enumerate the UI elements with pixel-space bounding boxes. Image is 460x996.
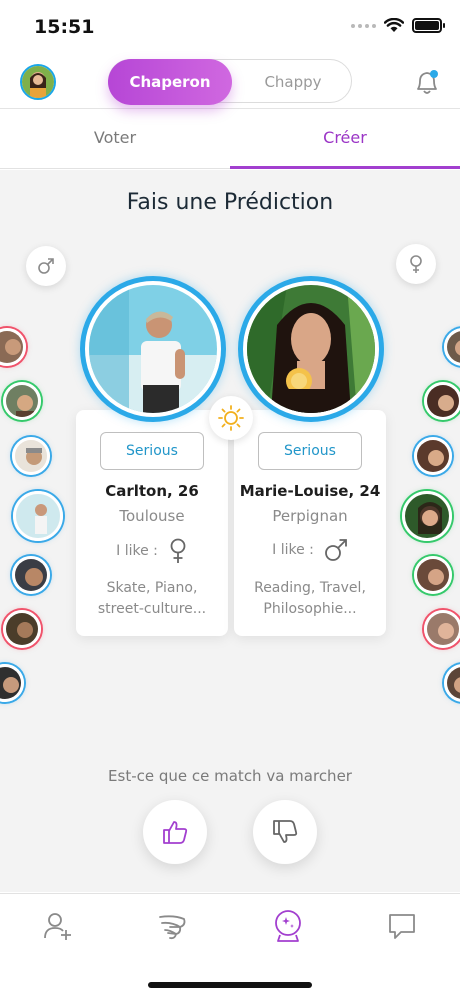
profile-card-right[interactable]: Serious Marie-Louise, 24 Perpignan I lik… — [234, 410, 386, 636]
male-symbol-icon — [324, 539, 347, 561]
left-candidate-avatar[interactable] — [3, 382, 41, 420]
likes-label: I like : — [116, 543, 158, 559]
tab-creer[interactable]: Créer — [230, 109, 460, 169]
thumbs-up-icon — [163, 821, 188, 844]
crystal-ball-icon — [275, 910, 301, 942]
selected-left-candidate-avatar[interactable] — [13, 491, 63, 541]
profile-city: Perpignan — [272, 507, 348, 525]
sun-icon — [218, 405, 244, 431]
likes-label: I like : — [272, 542, 314, 558]
bottom-navigation — [0, 893, 460, 996]
add-user-icon — [44, 913, 71, 940]
left-candidate-avatar[interactable] — [12, 437, 50, 475]
profile-photo-right[interactable] — [238, 276, 384, 422]
female-symbol-icon — [410, 255, 422, 273]
right-candidate-avatar[interactable] — [414, 556, 452, 594]
thumbs-up-button[interactable] — [143, 800, 207, 864]
selected-right-candidate-avatar[interactable] — [402, 491, 452, 541]
profile-interests: Skate, Piano, street-culture... — [97, 580, 207, 617]
right-candidate-avatar[interactable] — [414, 437, 452, 475]
tab-voter[interactable]: Voter — [0, 109, 230, 169]
nav-prediction[interactable] — [268, 906, 308, 946]
male-filter-button[interactable] — [26, 246, 66, 286]
tab-bar: Voter Créer — [0, 109, 460, 169]
status-icons — [351, 18, 445, 33]
profile-card-left[interactable]: Serious Carlton, 26 Toulouse I like : Sk… — [76, 410, 228, 636]
battery-icon — [412, 18, 445, 33]
user-avatar[interactable] — [20, 64, 56, 100]
sun-button[interactable] — [209, 396, 253, 440]
app-header: Chaperon Chappy — [0, 54, 460, 109]
right-candidate-avatar[interactable] — [444, 328, 460, 366]
profile-name: Marie-Louise, 24 — [239, 482, 381, 500]
nav-messages-wing[interactable] — [153, 906, 193, 946]
thumbs-down-button[interactable] — [253, 800, 317, 864]
profile-name: Carlton, 26 — [105, 482, 199, 500]
profile-interests: Reading, Travel, Philosophie... — [254, 580, 366, 617]
mode-toggle[interactable]: Chaperon Chappy — [108, 59, 353, 105]
right-candidate-avatar[interactable] — [424, 610, 460, 648]
signal-icon — [351, 23, 376, 28]
chat-bubble-icon — [389, 914, 415, 939]
match-question: Est-ce que ce match va marcher — [108, 767, 352, 785]
mode-chaperon-button[interactable]: Chaperon — [108, 59, 232, 105]
left-candidate-avatar[interactable] — [0, 664, 24, 702]
page-title: Fais une Prédiction — [126, 190, 334, 215]
notification-bell-icon[interactable] — [414, 68, 440, 96]
left-candidate-avatar[interactable] — [0, 328, 26, 366]
status-time: 15:51 — [34, 16, 95, 38]
female-filter-button[interactable] — [396, 244, 436, 284]
nav-chat[interactable] — [382, 906, 422, 946]
wing-icon — [159, 915, 186, 940]
home-indicator[interactable] — [148, 982, 312, 988]
profile-photo-left[interactable] — [80, 276, 226, 422]
left-candidate-avatar[interactable] — [12, 556, 50, 594]
profile-city: Toulouse — [119, 507, 185, 525]
thumbs-down-icon — [273, 820, 298, 843]
right-candidate-avatar[interactable] — [424, 382, 460, 420]
profile-preference: I like : — [76, 538, 228, 564]
left-candidate-avatar[interactable] — [3, 610, 41, 648]
mode-chappy-button[interactable]: Chappy — [233, 59, 353, 105]
profile-preference: I like : — [234, 538, 386, 562]
relationship-badge: Serious — [100, 432, 204, 470]
prediction-area: Fais une Prédiction Serious Carlton, 26 … — [0, 170, 460, 892]
nav-add-friend[interactable] — [38, 906, 78, 946]
relationship-badge: Serious — [258, 432, 362, 470]
right-candidate-avatar[interactable] — [444, 664, 460, 702]
male-symbol-icon — [38, 258, 54, 274]
wifi-icon — [384, 18, 404, 32]
status-bar: 15:51 — [0, 0, 460, 54]
female-symbol-icon — [170, 538, 186, 563]
